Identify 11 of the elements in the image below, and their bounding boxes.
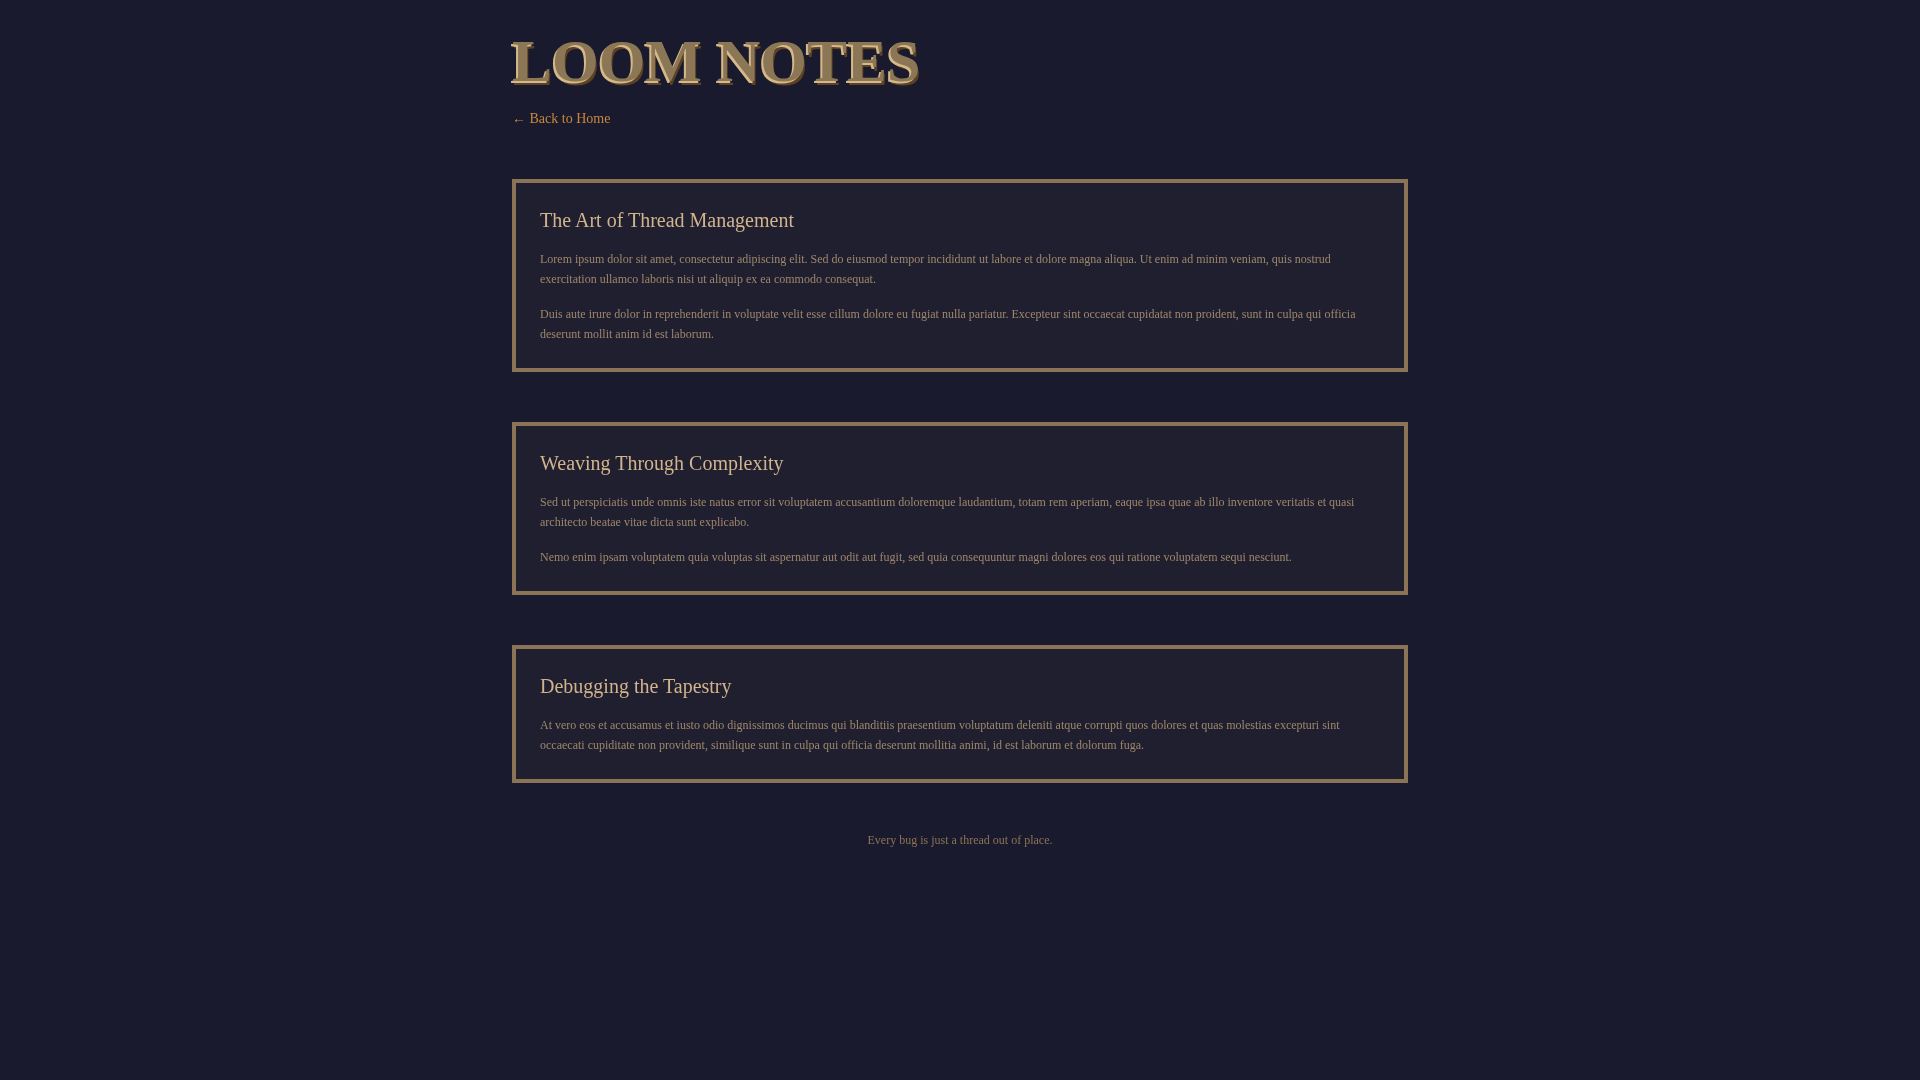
card-paragraph: Duis aute irure dolor in reprehenderit in voluptate velit esse cillum dolore eu fugiat nulla pariatur. Excepteur sint occaecat cupidatat non proident, sunt in culpa qui officia deserunt mollit anim id est laborum.	[540, 306, 1357, 343]
card-paragraph: Nemo enim ipsam voluptatem quia voluptas sit aspernatur aut odit aut fugit, sed quia consequuntur magni dolores eos qui ratione voluptatem sequi nesciunt.	[540, 549, 1293, 566]
footer-text: Every bug is just a thread out of place.	[867, 833, 1053, 848]
card-paragraph: At vero eos et accusamus et iusto odio dignissimos ducimus qui blanditiis praesentium voluptatum deleniti atque corrupti quos dolores et quas molestias excepturi sint occaecati cupiditate non provident, similique sunt in culpa qui officia deserunt mollitia animi, id est laborum et dolorum fuga.	[540, 717, 1341, 754]
card-title: Debugging the Tapestry	[540, 674, 733, 699]
back-link[interactable]: ← Back to Home	[512, 111, 611, 127]
card-title: Weaving Through Complexity	[540, 451, 785, 476]
site-title: LOOM NOTES	[512, 30, 921, 93]
card-title: The Art of Thread Management	[540, 208, 795, 233]
card-paragraph: Lorem ipsum dolor sit amet, consectetur adipiscing elit. Sed do eiusmod tempor incididunt ut labore et dolore magna aliqua. Ut enim ad minim veniam, quis nostrud exercitation ullamco laboris nisi ut aliquip ex ea commodo consequat.	[540, 251, 1332, 288]
card-paragraph: Sed ut perspiciatis unde omnis iste natus error sit voluptatem accusantium doloremque laudantium, totam rem aperiam, eaque ipsa quae ab illo inventore veritatis et quasi architecto beatae vitae dicta sunt explicabo.	[540, 494, 1356, 531]
